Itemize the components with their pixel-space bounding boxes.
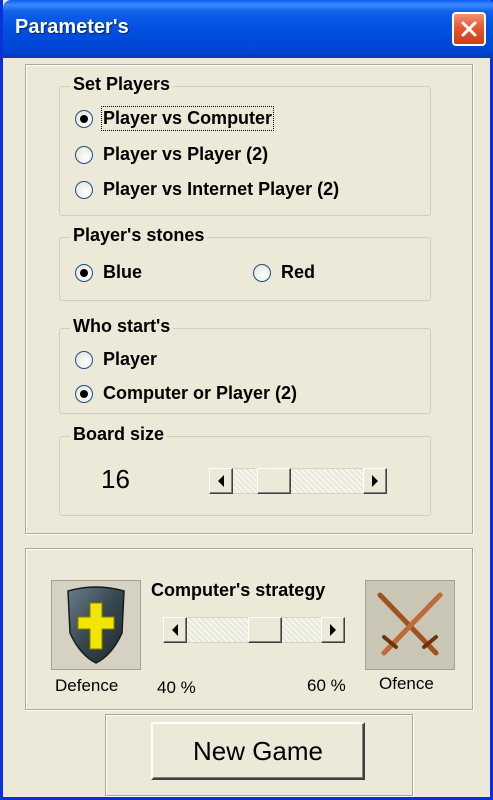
radio-player-starts[interactable]: Player	[75, 349, 157, 370]
radio-circle[interactable]	[75, 263, 93, 282]
set-players-legend: Set Players	[70, 74, 174, 95]
arrow-right-icon	[330, 624, 336, 636]
radio-label: Player vs Computer	[100, 106, 275, 131]
crossed-swords-icon	[377, 592, 443, 656]
radio-player-vs-internet[interactable]: Player vs Internet Player (2)	[75, 179, 339, 200]
who-starts-legend: Who start's	[70, 316, 174, 337]
radio-label: Player vs Player (2)	[103, 144, 269, 164]
radio-label: Red	[281, 262, 316, 282]
radio-circle[interactable]	[75, 384, 93, 403]
radio-player-vs-computer[interactable]: Player vs Computer	[75, 106, 275, 131]
arrow-left-icon	[218, 475, 224, 487]
board-size-value: 16	[101, 464, 130, 494]
close-icon	[461, 21, 477, 37]
window-title: Parameter's	[15, 16, 129, 38]
radio-circle[interactable]	[75, 109, 93, 128]
radio-circle[interactable]	[253, 263, 271, 282]
arrow-left-icon	[172, 624, 178, 636]
title-bar[interactable]: Parameter's	[3, 0, 493, 58]
radio-blue[interactable]: Blue	[75, 262, 142, 283]
offence-percent: 60 %	[307, 676, 346, 695]
radio-computer-starts[interactable]: Computer or Player (2)	[75, 383, 297, 404]
radio-label: Player vs Internet Player (2)	[103, 179, 340, 199]
new-game-button[interactable]: New Game	[151, 722, 365, 780]
radio-circle[interactable]	[75, 180, 93, 199]
radio-label: Player	[103, 349, 158, 369]
radio-label: Computer or Player (2)	[103, 383, 298, 403]
scroll-thumb[interactable]	[248, 617, 282, 643]
board-size-scrollbar[interactable]	[209, 468, 387, 494]
offence-tile	[365, 580, 455, 670]
parameters-window: Parameter's Set Players Player vs Comput…	[0, 0, 493, 800]
scroll-thumb[interactable]	[257, 468, 291, 494]
radio-circle[interactable]	[75, 350, 93, 369]
defence-label: Defence	[55, 676, 119, 695]
strategy-scrollbar[interactable]	[163, 617, 345, 643]
radio-player-vs-player[interactable]: Player vs Player (2)	[75, 144, 268, 165]
arrow-right-icon	[372, 475, 378, 487]
scroll-right-button[interactable]	[321, 617, 345, 643]
defence-tile	[51, 580, 141, 670]
board-size-legend: Board size	[70, 424, 168, 445]
players-stones-legend: Player's stones	[70, 225, 208, 246]
scroll-left-button[interactable]	[163, 617, 187, 643]
radio-label: Blue	[103, 262, 143, 282]
scroll-left-button[interactable]	[209, 468, 233, 494]
defence-percent: 40 %	[157, 678, 196, 697]
scroll-right-button[interactable]	[363, 468, 387, 494]
radio-red[interactable]: Red	[253, 262, 315, 283]
offence-label: Ofence	[379, 674, 434, 693]
shield-icon	[67, 586, 125, 664]
strategy-title: Computer's strategy	[151, 580, 326, 600]
close-button[interactable]	[452, 12, 486, 46]
radio-circle[interactable]	[75, 145, 93, 164]
